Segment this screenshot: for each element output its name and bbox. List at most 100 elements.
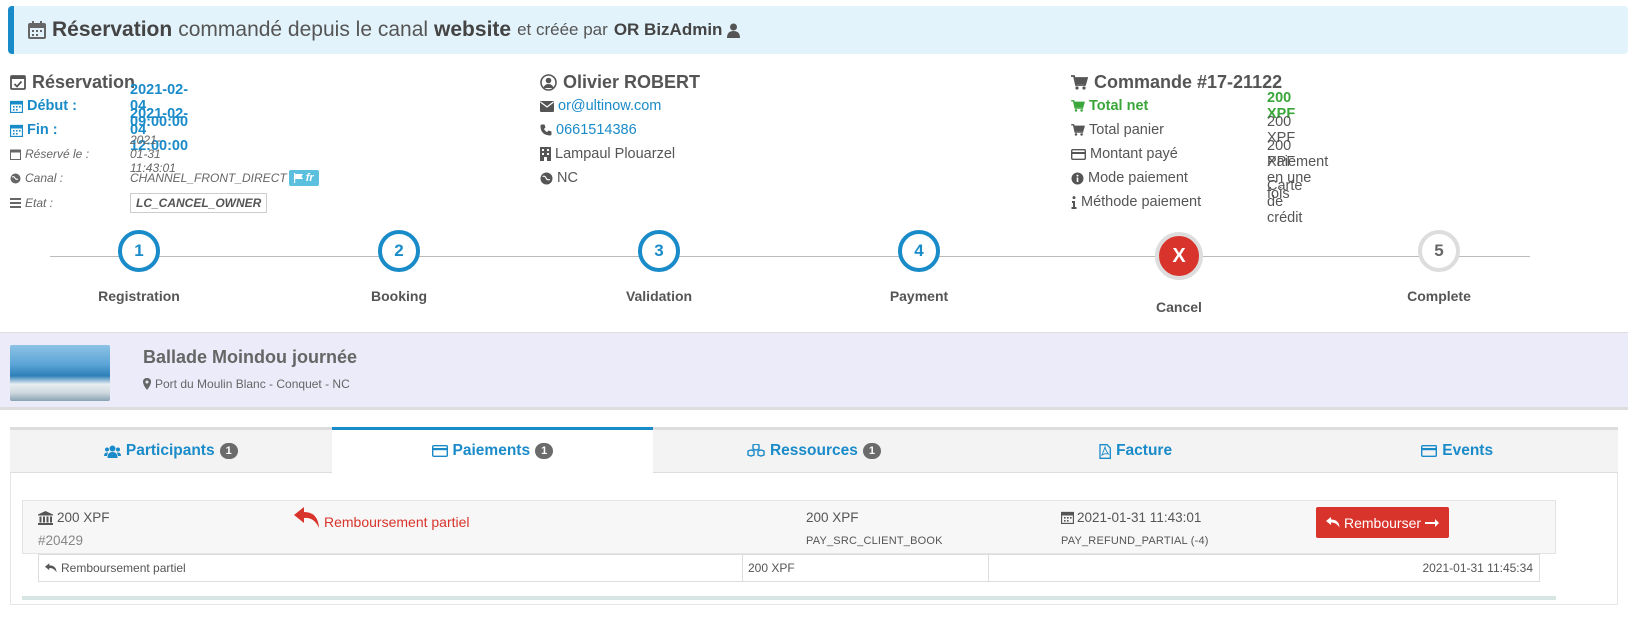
list-icon: [1421, 445, 1438, 457]
channel-value: CHANNEL_FRONT_DIRECT fr: [130, 170, 319, 186]
method-label: Méthode paiement: [1071, 194, 1201, 210]
step-label: Booking: [371, 288, 427, 304]
step-label: Complete: [1407, 288, 1471, 304]
step-registration: 1 Registration: [49, 230, 229, 304]
refund-detail-amount: 200 XPF: [743, 555, 989, 581]
channel-label: Canal :: [10, 171, 63, 185]
mode-label: Mode paiement: [1071, 170, 1188, 186]
user-circle-icon: [540, 73, 557, 91]
customer-city: Lampaul Plouarzel: [555, 146, 676, 162]
language-badge: fr: [288, 170, 319, 186]
step-circle: X: [1155, 232, 1203, 280]
refund-detail-row: Remboursement partiel 200 XPF 2021-01-31…: [38, 554, 1540, 582]
end-label: Fin :: [10, 122, 58, 138]
payment-amount: 200 XPF: [38, 510, 110, 525]
user-icon: [727, 23, 741, 38]
reservation-info: Réservation Début : 2021-02-04 09:00:00 …: [10, 70, 319, 216]
shopping-cart-icon: [1071, 74, 1088, 90]
payment-date: 2021-01-31 11:43:01: [1061, 510, 1201, 525]
building-icon: [540, 147, 551, 161]
customer-country: NC: [557, 170, 578, 186]
tab-count-badge: 1: [219, 443, 238, 459]
tab-events[interactable]: Events: [1296, 427, 1618, 473]
info-circle-icon: [1071, 172, 1084, 185]
shopping-cart-icon: [1071, 124, 1085, 136]
header-text: commandé depuis le canal: [178, 18, 429, 41]
cart-label: Total panier: [1071, 122, 1164, 138]
reply-icon: [1325, 517, 1340, 528]
customer-info: Olivier ROBERT or@ultinow.com 0661514386…: [540, 70, 700, 190]
calendar-icon: [28, 21, 46, 39]
phone-icon: [540, 124, 552, 136]
reply-icon: [294, 507, 320, 529]
step-complete: 5 Complete: [1349, 230, 1529, 304]
state-value: LC_CANCEL_OWNER: [130, 193, 268, 213]
flag-icon: [293, 173, 304, 183]
paid-label: Montant payé: [1071, 146, 1178, 162]
bank-icon: [38, 510, 53, 525]
tab-paiements[interactable]: Paiements 1: [331, 427, 654, 473]
calendar-icon: [10, 100, 23, 113]
cubes-icon: [747, 444, 765, 458]
step-circle: 4: [898, 230, 940, 272]
tab-ressources[interactable]: Ressources 1: [653, 427, 975, 473]
step-circle: 5: [1418, 230, 1460, 272]
net-label: Total net: [1071, 98, 1148, 114]
tab-participants[interactable]: Participants 1: [10, 427, 332, 473]
payment-id: #20429: [38, 533, 84, 548]
step-booking: 2 Booking: [309, 230, 489, 304]
reservation-title: Réservation: [10, 70, 135, 94]
steps-line: [50, 256, 1530, 257]
customer-name: Olivier ROBERT: [540, 70, 700, 94]
map-marker-icon: [143, 378, 151, 390]
start-label: Début :: [10, 98, 77, 114]
order-info: Commande #17-21122 Total net 200 XPF Tot…: [1071, 70, 1328, 226]
product-summary: Ballade Moindou journée Port du Moulin B…: [0, 332, 1628, 410]
header-creator: OR BizAdmin: [613, 20, 723, 39]
booked-value: 2021-01-31 11:43:01: [130, 133, 176, 175]
globe-icon: [540, 172, 553, 185]
step-circle: 1: [118, 230, 160, 272]
panel-divider: [22, 596, 1556, 600]
step-cancel: X Cancel: [1089, 232, 1269, 315]
product-location: Port du Moulin Blanc - Conquet - NC: [143, 377, 350, 391]
reply-icon: [45, 563, 57, 573]
info-icon: [1071, 195, 1077, 209]
customer-email-link[interactable]: or@ultinow.com: [558, 98, 661, 114]
file-pdf-icon: [1099, 443, 1112, 459]
product-thumbnail[interactable]: [10, 345, 110, 401]
booked-label: Réservé le :: [10, 147, 89, 161]
tab-count-badge: 1: [535, 443, 554, 459]
product-title: Ballade Moindou journée: [143, 347, 358, 367]
step-validation: 3 Validation: [569, 230, 749, 304]
payment-amount-2: 200 XPF: [806, 510, 859, 525]
shopping-cart-icon: [1071, 100, 1085, 112]
tab-facture[interactable]: Facture: [974, 427, 1297, 473]
reservation-header: Réservation commandé depuis le canal web…: [8, 6, 1628, 54]
credit-card-icon: [431, 445, 448, 457]
header-title: Réservation: [52, 18, 173, 41]
tab-bar: Participants 1 Paiements 1 Ressources 1 …: [10, 427, 1618, 473]
step-circle: 3: [638, 230, 680, 272]
envelope-icon: [540, 100, 554, 112]
header-channel: website: [434, 18, 512, 41]
step-payment: 4 Payment: [829, 230, 1009, 304]
step-label: Payment: [889, 288, 949, 304]
order-title: Commande #17-21122: [1071, 70, 1282, 94]
refund-detail-date: 2021-01-31 11:45:34: [1422, 561, 1533, 575]
arrow-right-icon: [1425, 518, 1440, 528]
state-label: Etat :: [10, 196, 53, 210]
refund-button[interactable]: Rembourser: [1316, 507, 1449, 538]
calendar-icon: [1061, 511, 1074, 524]
calendar-icon: [10, 124, 23, 137]
users-icon: [103, 445, 121, 458]
step-label: Validation: [625, 288, 693, 304]
customer-phone-link[interactable]: 0661514386: [556, 122, 637, 138]
payment-source: PAY_SRC_CLIENT_BOOK: [806, 535, 943, 547]
globe-icon: [10, 173, 21, 184]
calendar-check-icon: [10, 74, 26, 90]
tab-count-badge: 1: [862, 443, 881, 459]
calendar-icon: [10, 149, 21, 160]
credit-card-icon: [1071, 148, 1086, 160]
step-circle: 2: [378, 230, 420, 272]
